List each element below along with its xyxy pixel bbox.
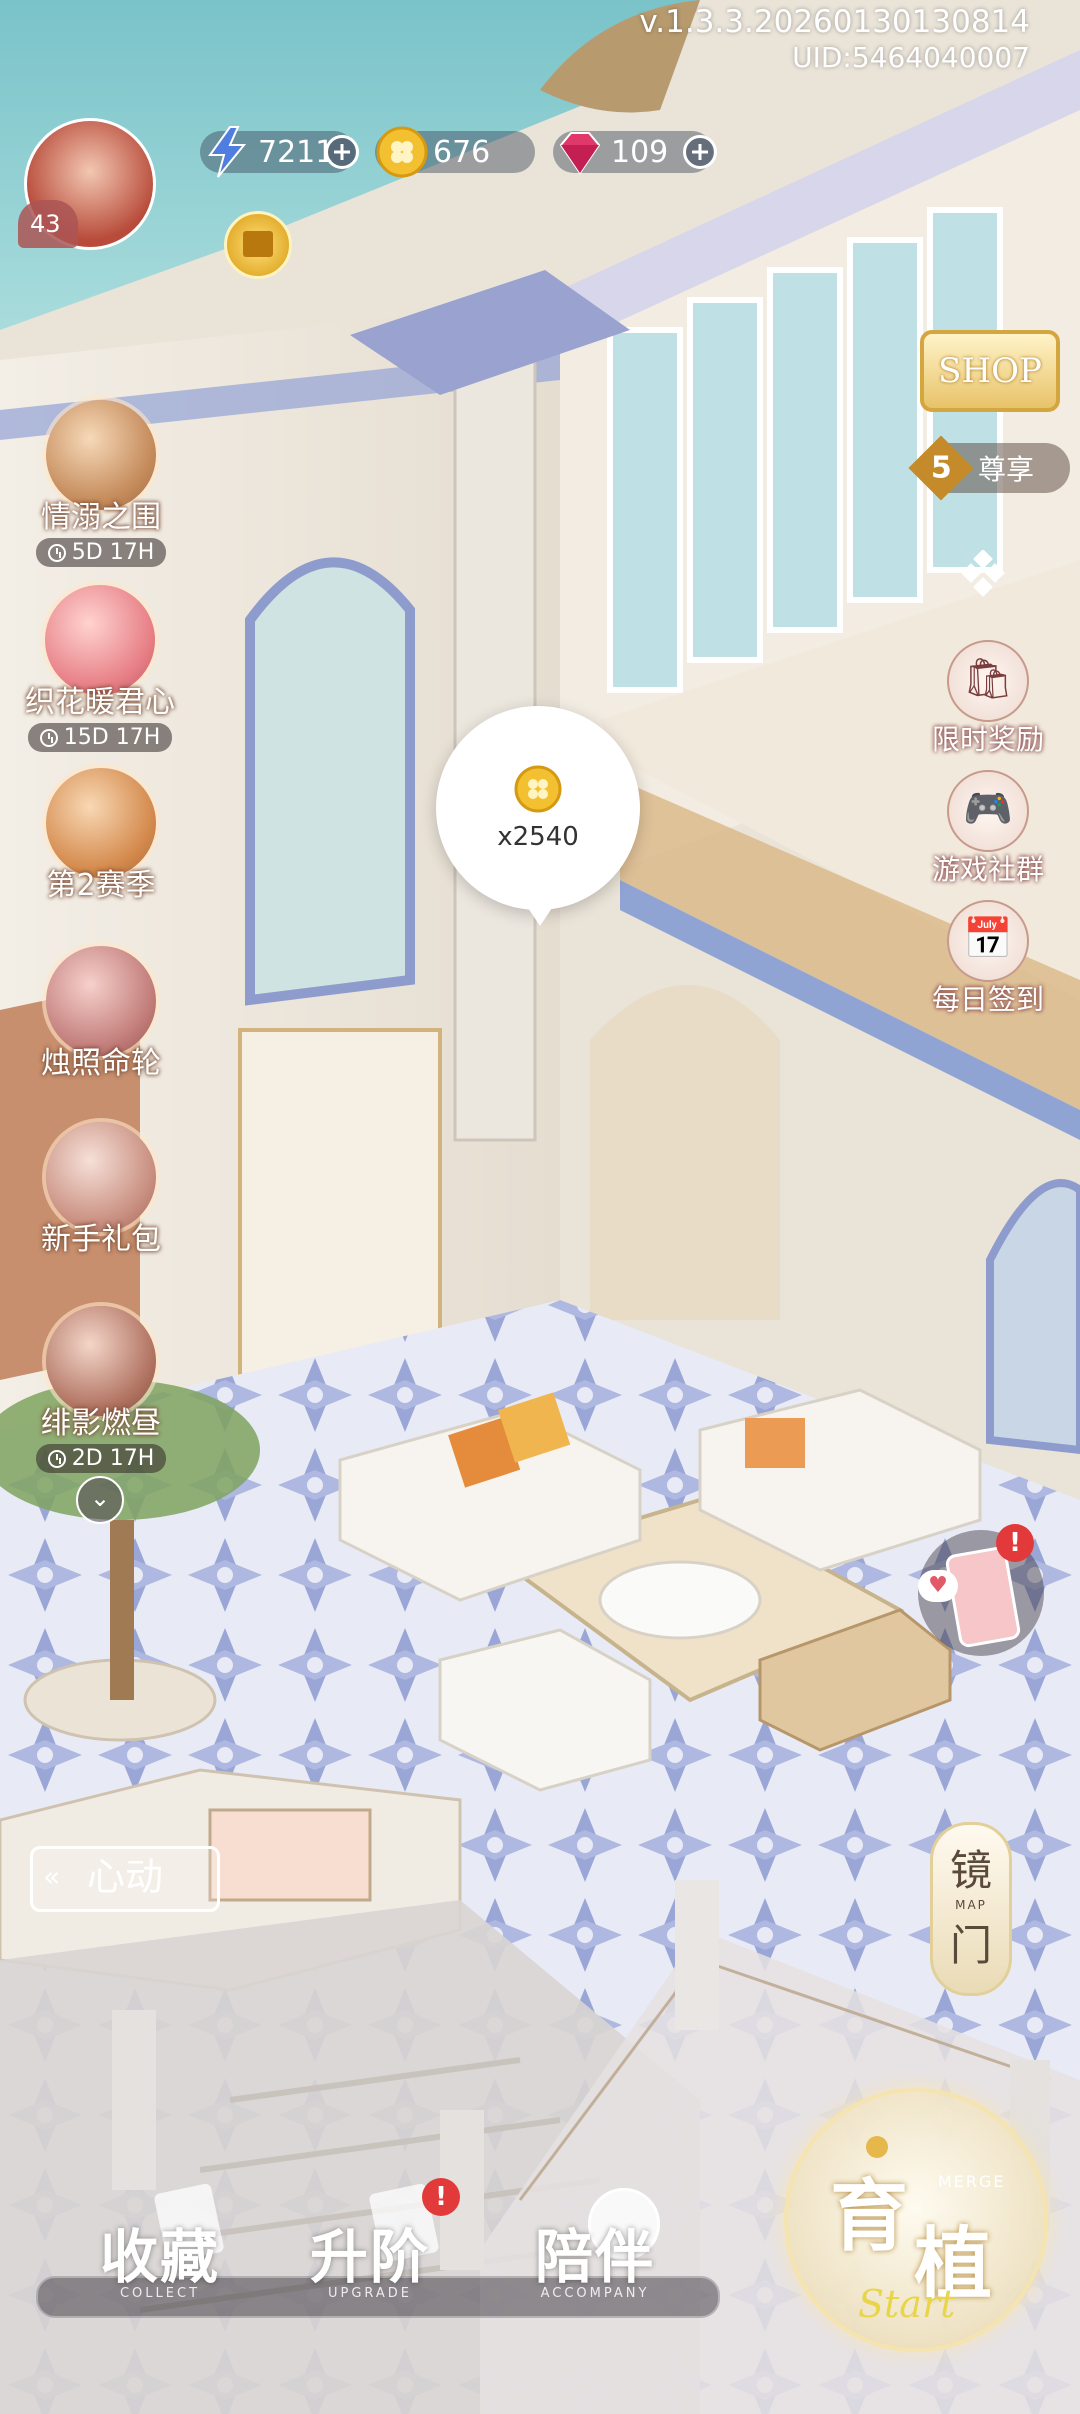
calendar-icon: 📅	[947, 900, 1029, 982]
event-timer: 2D 17H	[35, 1444, 167, 1473]
event-name: 情溺之围	[41, 500, 161, 535]
upgrade-sub: UPGRADE	[327, 2286, 413, 2301]
coin-counter[interactable]: 676	[375, 126, 535, 178]
event-zhuzhao[interactable]: 烛照命轮	[6, 946, 196, 1082]
expand-events-chevron-icon[interactable]: ⌄	[76, 1476, 124, 1524]
mirror-gate-button[interactable]: 镜 MAP 门	[930, 1822, 1012, 1996]
event-name: 第2赛季	[46, 868, 156, 903]
game-community-label: 游戏社群	[931, 853, 1044, 886]
game-scene: v.1.3.3.20260130130814 UID:5464040007 43…	[0, 0, 1080, 2414]
event-newbie-pack[interactable]: 新手礼包	[6, 1122, 196, 1258]
vip-level: 5	[930, 450, 952, 485]
player-level: 43	[30, 210, 61, 238]
event-qingni[interactable]: 情溺之围 5D 17H	[6, 400, 196, 567]
player-avatar[interactable]: 43	[18, 118, 156, 250]
event-zhihua[interactable]: 织花暖君心 15D 17H	[0, 585, 200, 752]
version-text: v.1.3.3.20260130130814	[639, 4, 1030, 40]
ruby-gem-icon	[559, 132, 601, 175]
collect-sub: COLLECT	[119, 2286, 201, 2301]
event-name: 绯影燃昼	[41, 1406, 161, 1441]
game-community-button[interactable]: 🎮 游戏社群	[918, 770, 1058, 888]
accompany-sub: ACCOMPANY	[540, 2286, 650, 2301]
event-feiying[interactable]: 绯影燃昼 2D 17H	[6, 1306, 196, 1473]
energy-add-button[interactable]	[325, 135, 359, 169]
upgrade-label: 升阶	[309, 2223, 430, 2291]
event-season[interactable]: 第2赛季	[6, 768, 196, 904]
event-name: 烛照命轮	[41, 1046, 161, 1081]
coin-reward-bubble[interactable]: x2540	[436, 706, 640, 926]
gamepad-icon: 🎮	[947, 770, 1029, 852]
gem-value: 109	[611, 134, 669, 170]
accompany-label: 陪伴	[534, 2223, 655, 2291]
heart-chat-icon: ♥	[918, 1570, 958, 1602]
grid-menu-icon[interactable]	[961, 549, 1012, 600]
clock-icon	[47, 543, 66, 562]
event-timer-text: 2D 17H	[71, 1446, 155, 1471]
event-name: 织花暖君心	[25, 685, 175, 720]
uid-text: UID:5464040007	[792, 41, 1030, 74]
event-timer: 5D 17H	[35, 538, 167, 567]
start-script: Start	[858, 2282, 956, 2326]
vip-label: 尊享	[978, 453, 1035, 486]
gift-bag-icon: 🛍	[947, 640, 1029, 722]
gem-add-button[interactable]	[683, 135, 717, 169]
heart-side-label: 心动	[86, 1855, 163, 1899]
phone-message-button[interactable]: ♥ !	[918, 1524, 1044, 1656]
clover-coin-icon	[376, 126, 428, 178]
event-timer-text: 5D 17H	[71, 540, 155, 565]
bubble-tail	[528, 908, 552, 926]
event-timer-text: 15D 17H	[63, 725, 161, 750]
start-big-top: 育	[830, 2171, 909, 2262]
shop-button[interactable]: SHOP	[920, 330, 1060, 412]
event-name: 新手礼包	[41, 1222, 161, 1257]
version-info: v.1.3.3.20260130130814 UID:5464040007	[639, 4, 1030, 76]
collect-label: 收藏	[99, 2223, 220, 2291]
heart-side-tab[interactable]: « 心动	[30, 1846, 220, 1912]
clock-icon	[39, 728, 58, 747]
lightning-icon	[208, 126, 247, 178]
timed-reward-button[interactable]: 🛍 限时奖励	[918, 640, 1058, 758]
energy-value: 7211	[258, 134, 335, 170]
gem-counter[interactable]: 109	[553, 131, 717, 175]
mirror-gate-top: 镜	[949, 1846, 992, 1895]
daily-checkin-button[interactable]: 📅 每日签到	[918, 900, 1058, 1018]
accompany-button[interactable]: 陪伴 ACCOMPANY	[520, 2188, 670, 2301]
mirror-gate-sub: MAP	[955, 1898, 987, 1912]
mirror-gate-bottom: 门	[949, 1921, 992, 1970]
shop-label: SHOP	[938, 351, 1042, 391]
coin-value: 676	[433, 134, 491, 170]
start-merge-label: MERGE	[938, 2172, 1006, 2191]
notification-badge: !	[996, 1524, 1034, 1562]
coin-bubble-amount: x2540	[497, 822, 579, 852]
start-merge-button[interactable]: 育 MERGE 植 Start	[784, 2088, 1048, 2352]
timed-reward-label: 限时奖励	[931, 723, 1044, 756]
vip-badge[interactable]: 5 尊享	[908, 435, 1070, 501]
event-timer: 15D 17H	[27, 723, 173, 752]
clock-icon	[47, 1449, 66, 1468]
clover-coin-icon	[514, 765, 562, 813]
collect-button[interactable]: 收藏 COLLECT	[90, 2182, 230, 2301]
upgrade-button[interactable]: ! 升阶 UPGRADE	[300, 2178, 460, 2301]
daily-checkin-label: 每日签到	[931, 983, 1044, 1016]
collection-folder-icon[interactable]	[224, 211, 292, 279]
energy-counter[interactable]: 7211	[200, 126, 359, 178]
back-chevrons-icon: «	[43, 1860, 61, 1893]
